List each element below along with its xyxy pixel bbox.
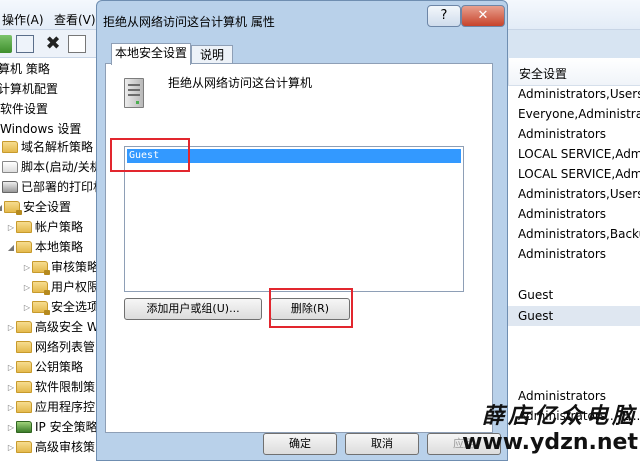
folder-icon bbox=[16, 221, 32, 233]
printer-icon bbox=[2, 181, 18, 193]
script-icon bbox=[2, 161, 18, 173]
table-row[interactable]: Administrators bbox=[518, 247, 606, 261]
forward-icon[interactable] bbox=[0, 35, 12, 53]
expanded-arrow-icon[interactable]: ◢ bbox=[6, 238, 16, 258]
folder-icon bbox=[16, 341, 32, 353]
tree-item-root[interactable]: 算机 策略 bbox=[0, 59, 50, 79]
watermark-url: www.ydzn.net bbox=[462, 430, 638, 455]
tree-item-account-policies[interactable]: ▷ 帐户策略 bbox=[6, 217, 83, 237]
watermark-brand: 薛店亿众电脑 bbox=[481, 403, 638, 429]
folder-icon bbox=[16, 241, 32, 253]
tree-item-software-settings[interactable]: 软件设置 bbox=[0, 99, 48, 119]
table-row[interactable]: LOCAL SERVICE,Admi... bbox=[518, 147, 640, 161]
folder-icon bbox=[16, 361, 32, 373]
folder-icon bbox=[2, 141, 18, 153]
folder-icon bbox=[16, 401, 32, 413]
folder-icon bbox=[32, 261, 50, 275]
table-row-selected[interactable]: Guest bbox=[508, 306, 640, 326]
folder-icon bbox=[32, 281, 50, 295]
folder-icon bbox=[32, 301, 50, 315]
collapsed-arrow-icon[interactable]: ▷ bbox=[22, 258, 32, 278]
folder-icon bbox=[16, 321, 32, 333]
cancel-button[interactable]: 取消 bbox=[345, 433, 419, 455]
properties-dialog: 拒绝从网络访问这台计算机 属性 ? ✕ 本地安全设置 说明 拒绝从网络访问这台计… bbox=[96, 0, 508, 461]
tree-item-local-policies[interactable]: ◢ 本地策略 bbox=[6, 237, 83, 257]
collapsed-arrow-icon[interactable]: ▷ bbox=[6, 378, 16, 398]
security-folder-icon bbox=[4, 201, 22, 215]
highlight-box bbox=[269, 288, 353, 328]
table-row[interactable]: Administrators bbox=[518, 127, 606, 141]
properties-icon[interactable] bbox=[68, 35, 86, 53]
tree-item-audit-policy[interactable]: ▷ 审核策略 bbox=[22, 257, 96, 277]
help-button[interactable]: ? bbox=[427, 5, 461, 27]
tree-item-computer-config[interactable]: 计算机配置 bbox=[0, 79, 58, 99]
delete-icon[interactable]: ✖ bbox=[44, 35, 62, 53]
show-tree-icon[interactable] bbox=[16, 35, 34, 53]
table-row[interactable]: Administrators bbox=[518, 207, 606, 221]
menu-view[interactable]: 查看(V) bbox=[54, 11, 96, 28]
table-row[interactable]: Everyone,Administrat... bbox=[518, 107, 640, 121]
tab-explain[interactable]: 说明 bbox=[191, 45, 233, 65]
table-row[interactable]: Guest bbox=[518, 288, 553, 302]
tree-item-security-settings[interactable]: ◢安全设置 bbox=[0, 197, 71, 217]
collapsed-arrow-icon[interactable]: ▷ bbox=[6, 318, 16, 338]
tree-item-security-options[interactable]: ▷ 安全选项 bbox=[22, 297, 96, 317]
server-icon bbox=[124, 78, 144, 108]
watermark: 薛店亿众电脑 www.ydzn.net bbox=[432, 398, 638, 455]
tree-item-user-rights[interactable]: ▷ 用户权限 bbox=[22, 277, 96, 297]
tree-item-windows-settings[interactable]: Windows 设置 bbox=[0, 119, 81, 139]
policy-name: 拒绝从网络访问这台计算机 bbox=[168, 76, 313, 90]
tab-panel: 拒绝从网络访问这台计算机 Guest 添加用户或组(U)... 删除(R) bbox=[105, 63, 493, 433]
collapsed-arrow-icon[interactable]: ▷ bbox=[6, 438, 16, 458]
collapsed-arrow-icon[interactable]: ▷ bbox=[22, 298, 32, 318]
tree-item-printers[interactable]: 已部署的打印机 bbox=[2, 177, 96, 197]
collapsed-arrow-icon[interactable]: ▷ bbox=[6, 398, 16, 418]
column-header-security-setting[interactable]: 安全设置 bbox=[508, 58, 640, 86]
tree-item-advanced-audit[interactable]: ▷ 高级审核策 bbox=[6, 437, 95, 457]
collapsed-arrow-icon[interactable]: ▷ bbox=[6, 418, 16, 438]
add-user-or-group-button[interactable]: 添加用户或组(U)... bbox=[124, 298, 262, 320]
collapsed-arrow-icon[interactable]: ▷ bbox=[6, 358, 16, 378]
ok-button[interactable]: 确定 bbox=[263, 433, 337, 455]
table-row[interactable]: Administrators,Users,... bbox=[518, 187, 640, 201]
table-row[interactable]: Administrators,Users bbox=[518, 87, 640, 101]
close-button[interactable]: ✕ bbox=[461, 5, 505, 27]
table-row[interactable]: LOCAL SERVICE,Admi... bbox=[518, 167, 640, 181]
collapsed-arrow-icon[interactable]: ▷ bbox=[6, 218, 16, 238]
folder-icon bbox=[16, 381, 32, 393]
tree-item-network-list[interactable]: 网络列表管 bbox=[16, 337, 95, 357]
tab-local-security-setting[interactable]: 本地安全设置 bbox=[111, 43, 191, 65]
tree-item-scripts[interactable]: 脚本(启动/关机 bbox=[2, 157, 96, 177]
tree-item-dns-policy[interactable]: 域名解析策略 bbox=[2, 137, 93, 157]
tree-item-app-control[interactable]: ▷ 应用程序控 bbox=[6, 397, 95, 417]
menu-action[interactable]: 操作(A) bbox=[2, 11, 44, 28]
tree-item-software-restriction[interactable]: ▷ 软件限制策 bbox=[6, 377, 95, 397]
toolbar: ✖ bbox=[0, 30, 100, 58]
tree-item-advanced-firewall[interactable]: ▷ 高级安全 W bbox=[6, 317, 96, 337]
highlight-box bbox=[110, 138, 190, 172]
tree-item-public-key[interactable]: ▷ 公钥策略 bbox=[6, 357, 83, 377]
folder-icon bbox=[16, 441, 32, 453]
collapsed-arrow-icon[interactable]: ▷ bbox=[22, 278, 32, 298]
table-row[interactable]: Administrators,Backu... bbox=[518, 227, 640, 241]
dialog-title: 拒绝从网络访问这台计算机 属性 bbox=[103, 15, 275, 29]
ip-security-icon bbox=[16, 421, 32, 433]
tree-item-ip-security[interactable]: ▷ IP 安全策略 bbox=[6, 417, 96, 437]
console-tree: 算机 策略 计算机配置 软件设置 Windows 设置 域名解析策略 脚本(启动… bbox=[0, 58, 96, 461]
